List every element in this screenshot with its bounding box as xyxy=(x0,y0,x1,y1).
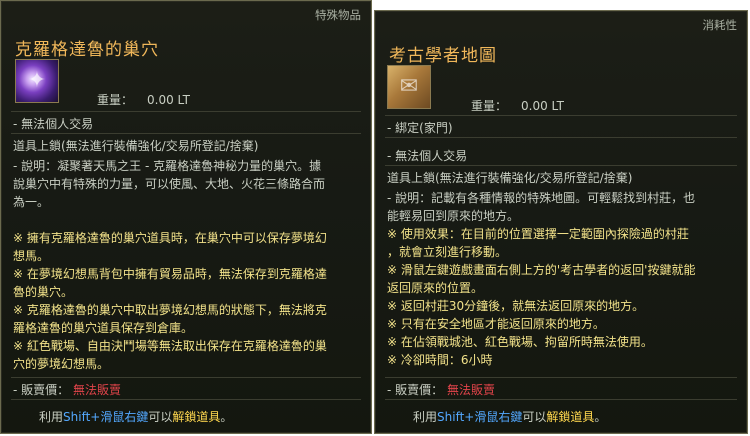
item-weight: 重量： 0.00 LT xyxy=(97,91,190,108)
divider xyxy=(11,111,361,112)
description-line: 能輕易回到原來的地方。 xyxy=(387,209,520,223)
weight-value: 0.00 LT xyxy=(147,93,190,107)
sell-price: - 販賣價： 無法販賣 xyxy=(387,381,495,398)
note-line: ※ 滑鼠左鍵遊戲畫面右側上方的'考古學者的返回'按鍵就能 xyxy=(387,263,696,277)
note-line: ※ 克羅格達魯的巢穴中取出夢境幻想馬的狀態下，無法將克 xyxy=(13,303,327,317)
trade-restriction: - 無法個人交易 xyxy=(13,117,94,131)
note-line: ※ 返回村莊30分鐘後，就無法返回原來的地方。 xyxy=(387,299,645,313)
treasure-map-icon: ✉ xyxy=(387,65,431,109)
description-line: 為一。 xyxy=(13,195,50,209)
divider xyxy=(385,137,737,138)
lock-status: 道具上鎖(無法進行裝備強化/交易所登記/捨棄) xyxy=(387,171,633,185)
price-value: 無法販賣 xyxy=(446,383,495,397)
divider xyxy=(385,115,737,116)
item-notes: ※ 滑鼠左鍵遊戲畫面右側上方的'考古學者的返回'按鍵就能 返回原來的位置。 ※ … xyxy=(387,261,735,369)
note-line: 魯的巢穴。 xyxy=(13,285,74,299)
unlock-hint: 利用Shift+滑鼠右鍵可以解鎖道具。 xyxy=(413,408,606,425)
hint-key: Shift+滑鼠右鍵 xyxy=(63,410,149,424)
bound-status: - 綁定(家門) xyxy=(387,121,453,135)
hint-prefix: 利用 xyxy=(39,410,64,424)
hint-action: 解鎖道具 xyxy=(546,410,595,424)
item-title: 考古學者地圖 xyxy=(389,46,497,66)
divider xyxy=(11,377,361,378)
hint-key: Shift+滑鼠右鍵 xyxy=(437,410,523,424)
divider xyxy=(11,133,361,134)
item-description: - 說明：記載有各種情報的特殊地圖。可輕鬆找到村莊，也 能輕易回到原來的地方。 xyxy=(387,189,735,225)
description-line: - 說明：記載有各種情報的特殊地圖。可輕鬆找到村莊，也 xyxy=(387,191,696,205)
item-title: 克羅格達魯的巢穴 xyxy=(15,40,159,60)
divider xyxy=(11,399,361,400)
item-notes: ※ 擁有克羅格達魯的巢穴道具時，在巢穴中可以保存夢境幻 想馬。 ※ 在夢境幻想馬… xyxy=(13,229,361,373)
hint-mid: 可以 xyxy=(148,410,173,424)
note-line: 返回原來的位置。 xyxy=(387,281,484,295)
note-line: ※ 在夢境幻想馬背包中擁有貿易品時，無法保存到克羅格達 xyxy=(13,267,327,281)
note-line: ※ 在佔領戰城池、紅色戰場、拘留所時無法使用。 xyxy=(387,335,653,349)
price-label: - 販賣價： xyxy=(13,383,70,397)
item-tooltip-map: 消耗性 考古學者地圖 ✉ 重量： 0.00 LT - 綁定(家門) - 無法個人交… xyxy=(374,10,748,434)
item-category: 消耗性 xyxy=(702,18,738,32)
note-line: ※ 紅色戰場、自由決鬥場等無法取出保存在克羅格達魯的巢 xyxy=(13,339,327,353)
use-effect: ※ 使用效果：在目前的位置選擇一定範圍內探險過的村莊 ，就會立刻進行移動。 xyxy=(387,225,735,261)
divider xyxy=(385,377,737,378)
trade-restriction: - 無法個人交易 xyxy=(387,149,468,163)
note-line: 穴的夢境幻想馬。 xyxy=(13,357,110,371)
note-line: 想馬。 xyxy=(13,249,50,263)
sell-price: - 販賣價： 無法販賣 xyxy=(13,381,121,398)
price-value: 無法販賣 xyxy=(72,383,121,397)
hint-action: 解鎖道具 xyxy=(172,410,221,424)
item-description: - 說明：凝聚著天馬之王 - 克羅格達魯神秘力量的巢穴。據 說巢穴中有特殊的力量… xyxy=(13,157,361,211)
use-effect-line: ※ 使用效果：在目前的位置選擇一定範圍內探險過的村莊 xyxy=(387,227,689,241)
description-line: 說巢穴中有特殊的力量，可以使風、大地、火花三條路合而 xyxy=(13,177,326,191)
item-category: 特殊物品 xyxy=(315,8,361,22)
weight-label: 重量： xyxy=(97,93,134,107)
item-tooltip-nest: 特殊物品 克羅格達魯的巢穴 ✦ 重量： 0.00 LT - 無法個人交易 道具上鎖… xyxy=(0,0,372,434)
divider xyxy=(385,399,737,400)
note-line: ※ 冷卻時間：6小時 xyxy=(387,353,493,367)
hint-end: 。 xyxy=(220,410,233,424)
item-weight: 重量： 0.00 LT xyxy=(471,97,564,114)
hint-mid: 可以 xyxy=(522,410,547,424)
description-line: - 說明：凝聚著天馬之王 - 克羅格達魯神秘力量的巢穴。據 xyxy=(13,159,322,173)
lock-status: 道具上鎖(無法進行裝備強化/交易所登記/捨棄) xyxy=(13,139,259,153)
weight-value: 0.00 LT xyxy=(521,99,564,113)
use-effect-line: ，就會立刻進行移動。 xyxy=(387,245,508,259)
price-label: - 販賣價： xyxy=(387,383,444,397)
glowing-nest-icon: ✦ xyxy=(15,59,59,103)
note-line: ※ 擁有克羅格達魯的巢穴道具時，在巢穴中可以保存夢境幻 xyxy=(13,231,327,245)
divider xyxy=(385,165,737,166)
unlock-hint: 利用Shift+滑鼠右鍵可以解鎖道具。 xyxy=(39,408,232,425)
hint-end: 。 xyxy=(594,410,607,424)
note-line: 羅格達魯的巢穴道具保存到倉庫。 xyxy=(13,321,194,335)
weight-label: 重量： xyxy=(471,99,508,113)
hint-prefix: 利用 xyxy=(413,410,438,424)
note-line: ※ 只有在安全地區才能返回原來的地方。 xyxy=(387,317,605,331)
